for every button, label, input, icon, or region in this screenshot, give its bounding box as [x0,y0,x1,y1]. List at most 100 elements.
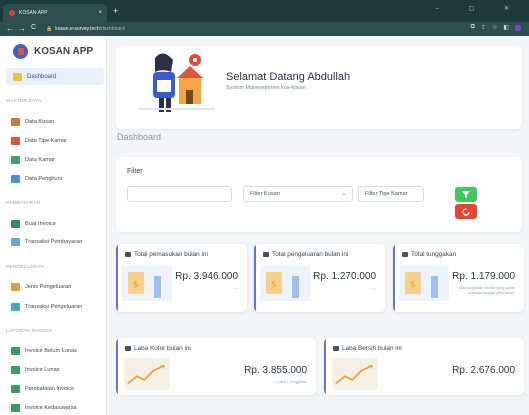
app-logo[interactable]: KOSAN APP [13,44,93,59]
stat-card-laba-bersih: Laba Bersih bulan ini Rp. 2.676.000 [324,338,524,395]
app-logo-icon [13,44,28,59]
card-title: Total tunggakan [402,251,456,258]
card-value: Rp. 2.676.000 [452,365,515,376]
address-bar: ← → C 🔒 kosan.e-survey.tech /dashboard ⧉… [0,22,529,36]
sidebar-item-label: Transaksi Pengeluaran [25,304,83,310]
card-title: Total pengeluaran bulan ini [263,251,348,258]
card-title-text: Total tunggakan [411,251,457,258]
sidebar-item-data-kamar[interactable]: Data Kamar [11,156,55,164]
room-icon [11,156,20,164]
sidebar-item-transaksi-pembayaran[interactable]: Transaksi Pembayaran [11,238,82,246]
card-value: Rp. 3.855.000 [244,365,307,376]
new-tab-button[interactable]: + [113,6,118,16]
sidebar-item-data-tipe-kamar[interactable]: Data Tipe Kamar [11,137,67,145]
wallet-icon [333,346,339,351]
card-accent [324,338,326,395]
sidebar-item-invoice-lunas[interactable]: Invoice Lunas [11,366,60,374]
card-title-text: Laba Bersih bulan ini [342,345,402,352]
tab-title: KOSAN APP [19,10,48,16]
lock-icon: 🔒 [46,26,53,32]
stat-card-pemasukan: Total pemasukan bulan ini $ Rp. 3.946.00… [116,244,247,312]
card-title: Laba Kotor bulan ini [125,345,191,352]
bookmark-star-icon[interactable]: ☆ [492,24,497,31]
tab-close-icon[interactable]: × [98,10,102,16]
card-accent [393,244,395,312]
money-illustration: $ [122,266,172,301]
money-icon [11,385,20,393]
section-pengeluaran: PENGELUARAN [6,264,45,269]
filter-title: Filter [127,168,143,175]
apply-filter-button[interactable] [455,187,477,202]
sidebar-item-buat-invoice[interactable]: Buat Invoice [11,220,56,228]
sidebar: KOSAN APP Dashboard MASTER DATA Data Kos… [0,36,107,415]
forward-icon[interactable]: → [18,24,26,33]
invoice-icon [11,220,20,228]
people-icon [11,175,20,183]
card-title-text: Total pemasukan bulan ini [134,251,208,258]
reset-filter-button[interactable] [455,204,477,219]
card-value: Rp. 1.270.000 [313,271,376,282]
wallet-icon [402,252,408,257]
filter-card: Filter Filter Kosan ⌄ Filter Tipe Kamar [116,157,522,232]
section-laporan-invoice: LAPORAN INVOICE [6,328,53,333]
welcome-card: Selamat Datang Abdullah System Manenejem… [116,46,522,129]
section-master-data: MASTER DATA [6,98,42,103]
sidebar-item-data-kosan[interactable]: Data Kosan [11,118,54,126]
card-note: Total tunggakan invoice yang sudah melew… [457,286,515,295]
screen-icon[interactable]: ⧉ [471,24,475,31]
sidebar-item-invoice-kedaluwarsa[interactable]: Invoice Kedaluwarsa [11,404,77,412]
sidebar-item-label: Transaksi Pembayaran [25,239,83,245]
building-icon [11,118,20,126]
expense-icon [11,303,20,311]
card-accent [116,244,118,312]
back-icon[interactable]: ← [6,24,14,33]
filter-kosan-select[interactable]: Filter Kosan ⌄ [243,186,353,202]
browser-tab[interactable]: KOSAN APP × [3,4,107,22]
sidebar-item-transaksi-pengeluaran[interactable]: Transaksi Pengeluaran [11,303,82,311]
svg-text:$: $ [271,280,277,290]
money-illustration: $ [260,266,310,301]
welcome-title: Selamat Datang Abdullah [226,71,351,83]
welcome-subtitle: System Manenejemen kos-kosan [226,85,306,91]
growth-chart-illustration [124,358,170,390]
card-accent [254,244,256,312]
browser-tabbar: KOSAN APP × + – ▢ ✕ [0,0,529,22]
card-title: Laba Bersih bulan ini [333,345,402,352]
share-icon[interactable]: ⇪ [481,24,486,31]
tab-favicon-icon [9,10,15,16]
filter-tipe-value: Filter Tipe Kamar [365,191,408,197]
sidebar-item-jenis-pengeluaran[interactable]: Jenis Pengeluaran [11,283,71,291]
reload-icon[interactable]: C [31,24,36,31]
url-field[interactable]: 🔒 kosan.e-survey.tech /dashboard [46,24,456,34]
sidebar-item-dashboard[interactable]: Dashboard [6,68,104,85]
sidebar-item-data-penghuni[interactable]: Data Penghuni [11,175,62,183]
svg-text:$: $ [410,280,416,290]
app-name: KOSAN APP [34,46,94,57]
chevron-down-icon: ⌄ [341,191,346,197]
sidebar-item-label: Buat Invoice [25,221,56,227]
sidepanel-icon[interactable]: ◧ [503,24,509,31]
sidebar-item-invoice-belum-lunas[interactable]: Invoice Belum Lunas [11,347,77,355]
bed-icon [11,137,20,145]
money-icon [11,404,20,412]
filter-kosan-value: Filter Kosan [250,191,280,197]
page-title: Dashboard [117,132,162,142]
money-illustration: $ [399,266,449,301]
main-content: Selamat Datang Abdullah System Manenejem… [107,36,529,415]
card-title-text: Laba Kotor bulan ini [134,345,191,352]
extension-icon[interactable] [515,24,521,31]
welcome-illustration [139,53,215,112]
sidebar-item-pembatalan-invoice[interactable]: Pembatalan Invoice [11,385,74,393]
filter-tipe-select[interactable]: Filter Tipe Kamar [358,186,424,202]
dashboard-icon [13,72,22,81]
money-icon [11,347,20,355]
filter-search-input[interactable] [127,186,232,202]
svg-text:$: $ [133,280,139,290]
url-host: kosan.e-survey.tech [55,26,100,32]
category-icon [11,283,20,291]
stat-card-tunggakan: Total tunggakan $ Rp. 1.179.000 Total tu… [393,244,524,312]
window-controls[interactable]: – ▢ ✕ [436,5,523,12]
card-note: — [372,286,376,290]
sidebar-item-label: Data Kosan [25,119,55,125]
sidebar-item-label: Data Penghuni [25,176,63,182]
